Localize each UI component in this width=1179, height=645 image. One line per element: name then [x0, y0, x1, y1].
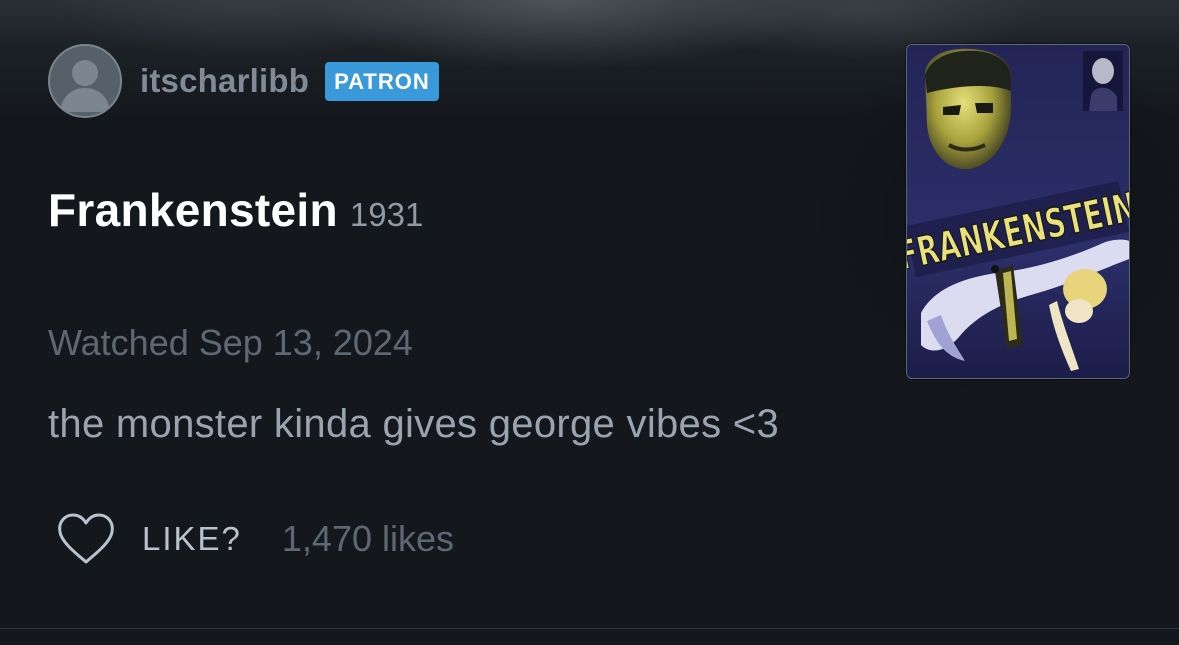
- review-body: the monster kinda gives george vibes <3: [48, 402, 780, 446]
- film-heading: Frankenstein 1931: [48, 183, 423, 237]
- like-button[interactable]: LIKE?: [142, 520, 242, 558]
- film-year[interactable]: 1931: [350, 196, 423, 234]
- default-user-avatar-icon: [60, 60, 110, 112]
- like-section: LIKE? 1,470 likes: [56, 512, 454, 566]
- heart-outline-icon[interactable]: [56, 512, 116, 566]
- patron-badge: PATRON: [325, 61, 439, 101]
- divider: [0, 628, 1179, 629]
- film-title[interactable]: Frankenstein: [48, 183, 338, 237]
- review-screen: itscharlibb PATRON Frankenstein 1931 Wat…: [0, 0, 1179, 645]
- frankenstein-poster-image: FRANKENSTEIN: [907, 45, 1129, 378]
- avatar[interactable]: [48, 44, 122, 118]
- watched-date: Watched Sep 13, 2024: [48, 322, 413, 363]
- username[interactable]: itscharlibb: [140, 62, 309, 100]
- film-poster[interactable]: FRANKENSTEIN FRANKENSTEIN: [906, 44, 1130, 379]
- like-count[interactable]: 1,470 likes: [282, 518, 454, 560]
- review-author[interactable]: itscharlibb PATRON: [48, 44, 439, 118]
